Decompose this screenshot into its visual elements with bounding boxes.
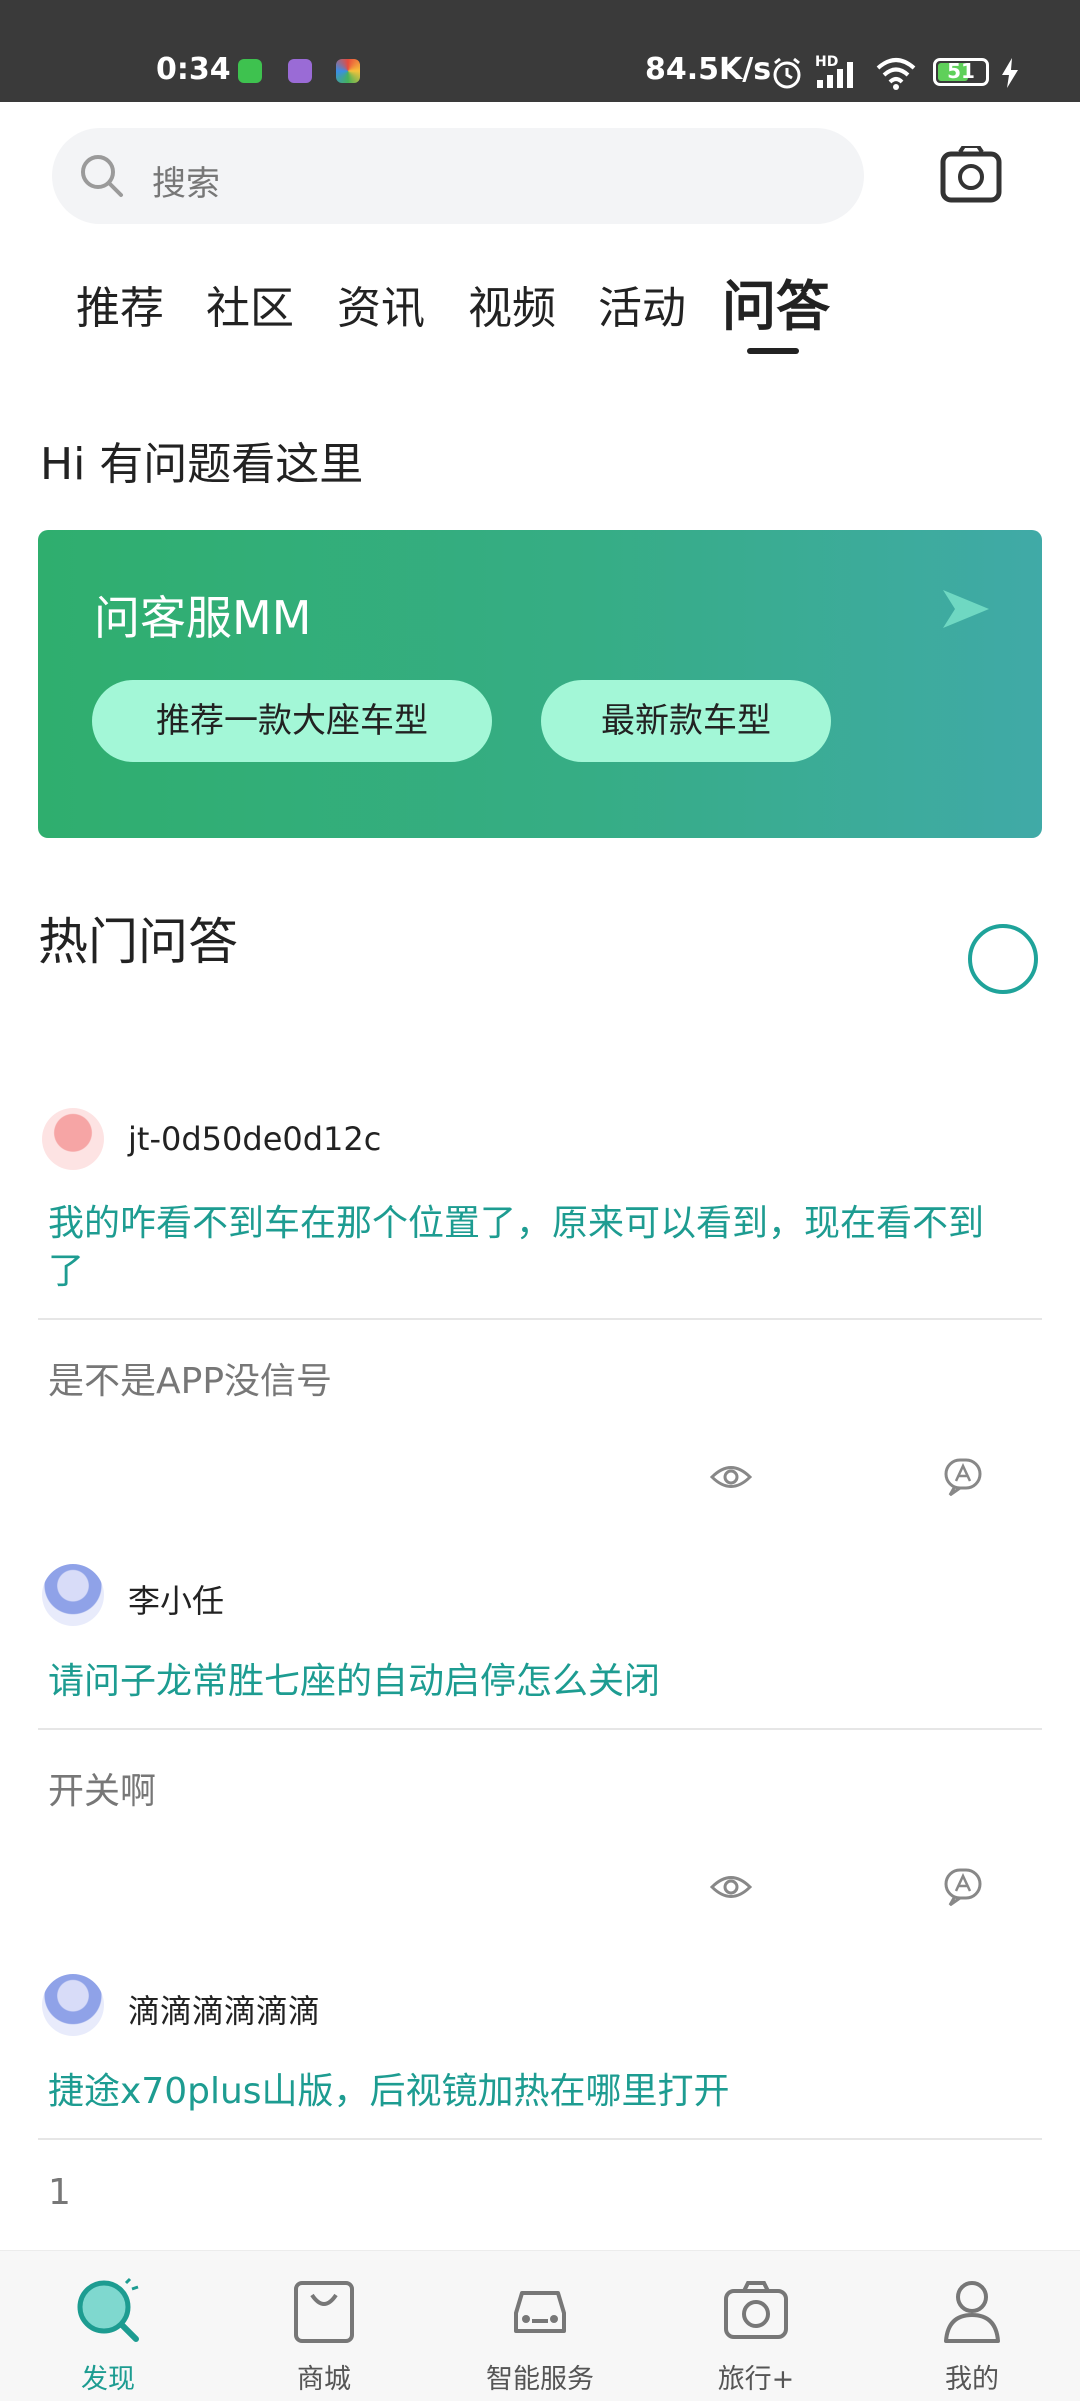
nav-label: 商城 xyxy=(297,2364,351,2395)
search-icon xyxy=(81,155,123,197)
answer-icon[interactable] xyxy=(944,1458,984,1496)
divider xyxy=(38,1318,1042,1320)
active-tab-indicator xyxy=(747,348,799,354)
nav-discover[interactable]: 发现 xyxy=(0,2251,216,2401)
question-text[interactable]: 捷途x70plus山版，后视镜加热在哪里打开 xyxy=(48,2068,1018,2116)
network-speed: 84.5K/s xyxy=(645,52,772,87)
chip-latest-car[interactable]: 最新款车型 xyxy=(541,680,831,762)
tab-events[interactable]: 活动 xyxy=(598,272,686,336)
profile-icon xyxy=(944,2281,1000,2343)
answer-text: 是不是APP没信号 xyxy=(48,1361,333,1402)
search-placeholder: 搜索 xyxy=(152,164,220,204)
nav-label: 我的 xyxy=(945,2364,999,2395)
status-time: 0:34 xyxy=(156,52,231,87)
divider xyxy=(38,1728,1042,1730)
nav-travel[interactable]: 旅行+ xyxy=(648,2251,864,2401)
answer-icon[interactable] xyxy=(944,1868,984,1906)
tab-community[interactable]: 社区 xyxy=(206,272,294,336)
question-text[interactable]: 我的咋看不到车在那个位置了，原来可以看到，现在看不到了 xyxy=(48,1200,1018,1296)
ask-service-banner[interactable]: 问客服MM 推荐一款大座车型 最新款车型 xyxy=(38,530,1042,838)
battery-percent: 51 xyxy=(947,59,975,83)
tab-recommend[interactable]: 推荐 xyxy=(76,272,164,336)
status-bar: 0:34 84.5K/s HD 51 xyxy=(0,0,1080,102)
answer-text: 开关啊 xyxy=(48,1771,157,1812)
greeting-heading: Hi 有问题看这里 xyxy=(40,439,364,490)
travel-camera-icon xyxy=(724,2281,788,2339)
signal-icon xyxy=(817,62,853,88)
avatar[interactable] xyxy=(42,1564,104,1626)
username[interactable]: 李小任 xyxy=(128,1576,224,1622)
bottom-navigation: 发现 商城 智能服务 旅行+ 我的 xyxy=(0,2250,1080,2401)
eye-icon xyxy=(710,1876,752,1898)
nav-profile[interactable]: 我的 xyxy=(864,2251,1080,2401)
alarm-icon xyxy=(773,57,801,89)
nav-label: 智能服务 xyxy=(486,2364,594,2395)
eye-icon xyxy=(710,1466,752,1488)
divider xyxy=(38,2138,1042,2140)
username[interactable]: 滴滴滴滴滴滴 xyxy=(128,1986,320,2032)
username[interactable]: jt-0d50de0d12c xyxy=(128,1120,381,1158)
tab-news[interactable]: 资讯 xyxy=(337,272,425,336)
discover-icon xyxy=(77,2277,139,2342)
nav-label: 发现 xyxy=(81,2364,135,2395)
tab-qa[interactable]: 问答 xyxy=(722,262,830,341)
nav-mall[interactable]: 商城 xyxy=(216,2251,432,2401)
hot-qa-heading: 热门问答 xyxy=(38,913,238,971)
banner-title: 问客服MM xyxy=(94,591,312,645)
battery-indicator: 51 xyxy=(933,58,989,86)
question-text[interactable]: 请问子龙常胜七座的自动启停怎么关闭 xyxy=(48,1658,1018,1706)
app-notification-icon xyxy=(288,59,312,83)
camera-icon[interactable] xyxy=(940,146,1002,204)
charging-icon xyxy=(1002,58,1018,88)
answer-text: 1 xyxy=(48,2172,71,2213)
avatar[interactable] xyxy=(42,1108,104,1170)
wifi-icon xyxy=(876,58,916,90)
search-bar[interactable]: 搜索 xyxy=(52,128,864,224)
send-arrow-icon[interactable] xyxy=(943,590,989,628)
nav-label: 旅行+ xyxy=(717,2364,795,2395)
wechat-notification-icon xyxy=(238,59,262,83)
avatar[interactable] xyxy=(42,1974,104,2036)
mall-bag-icon xyxy=(294,2281,354,2343)
nav-smart-service[interactable]: 智能服务 xyxy=(432,2251,648,2401)
tab-video[interactable]: 视频 xyxy=(468,272,556,336)
ask-question-button[interactable] xyxy=(968,924,1038,994)
car-service-icon xyxy=(514,2291,566,2333)
browser-notification-icon xyxy=(336,59,360,83)
chip-recommend-large-car[interactable]: 推荐一款大座车型 xyxy=(92,680,492,762)
